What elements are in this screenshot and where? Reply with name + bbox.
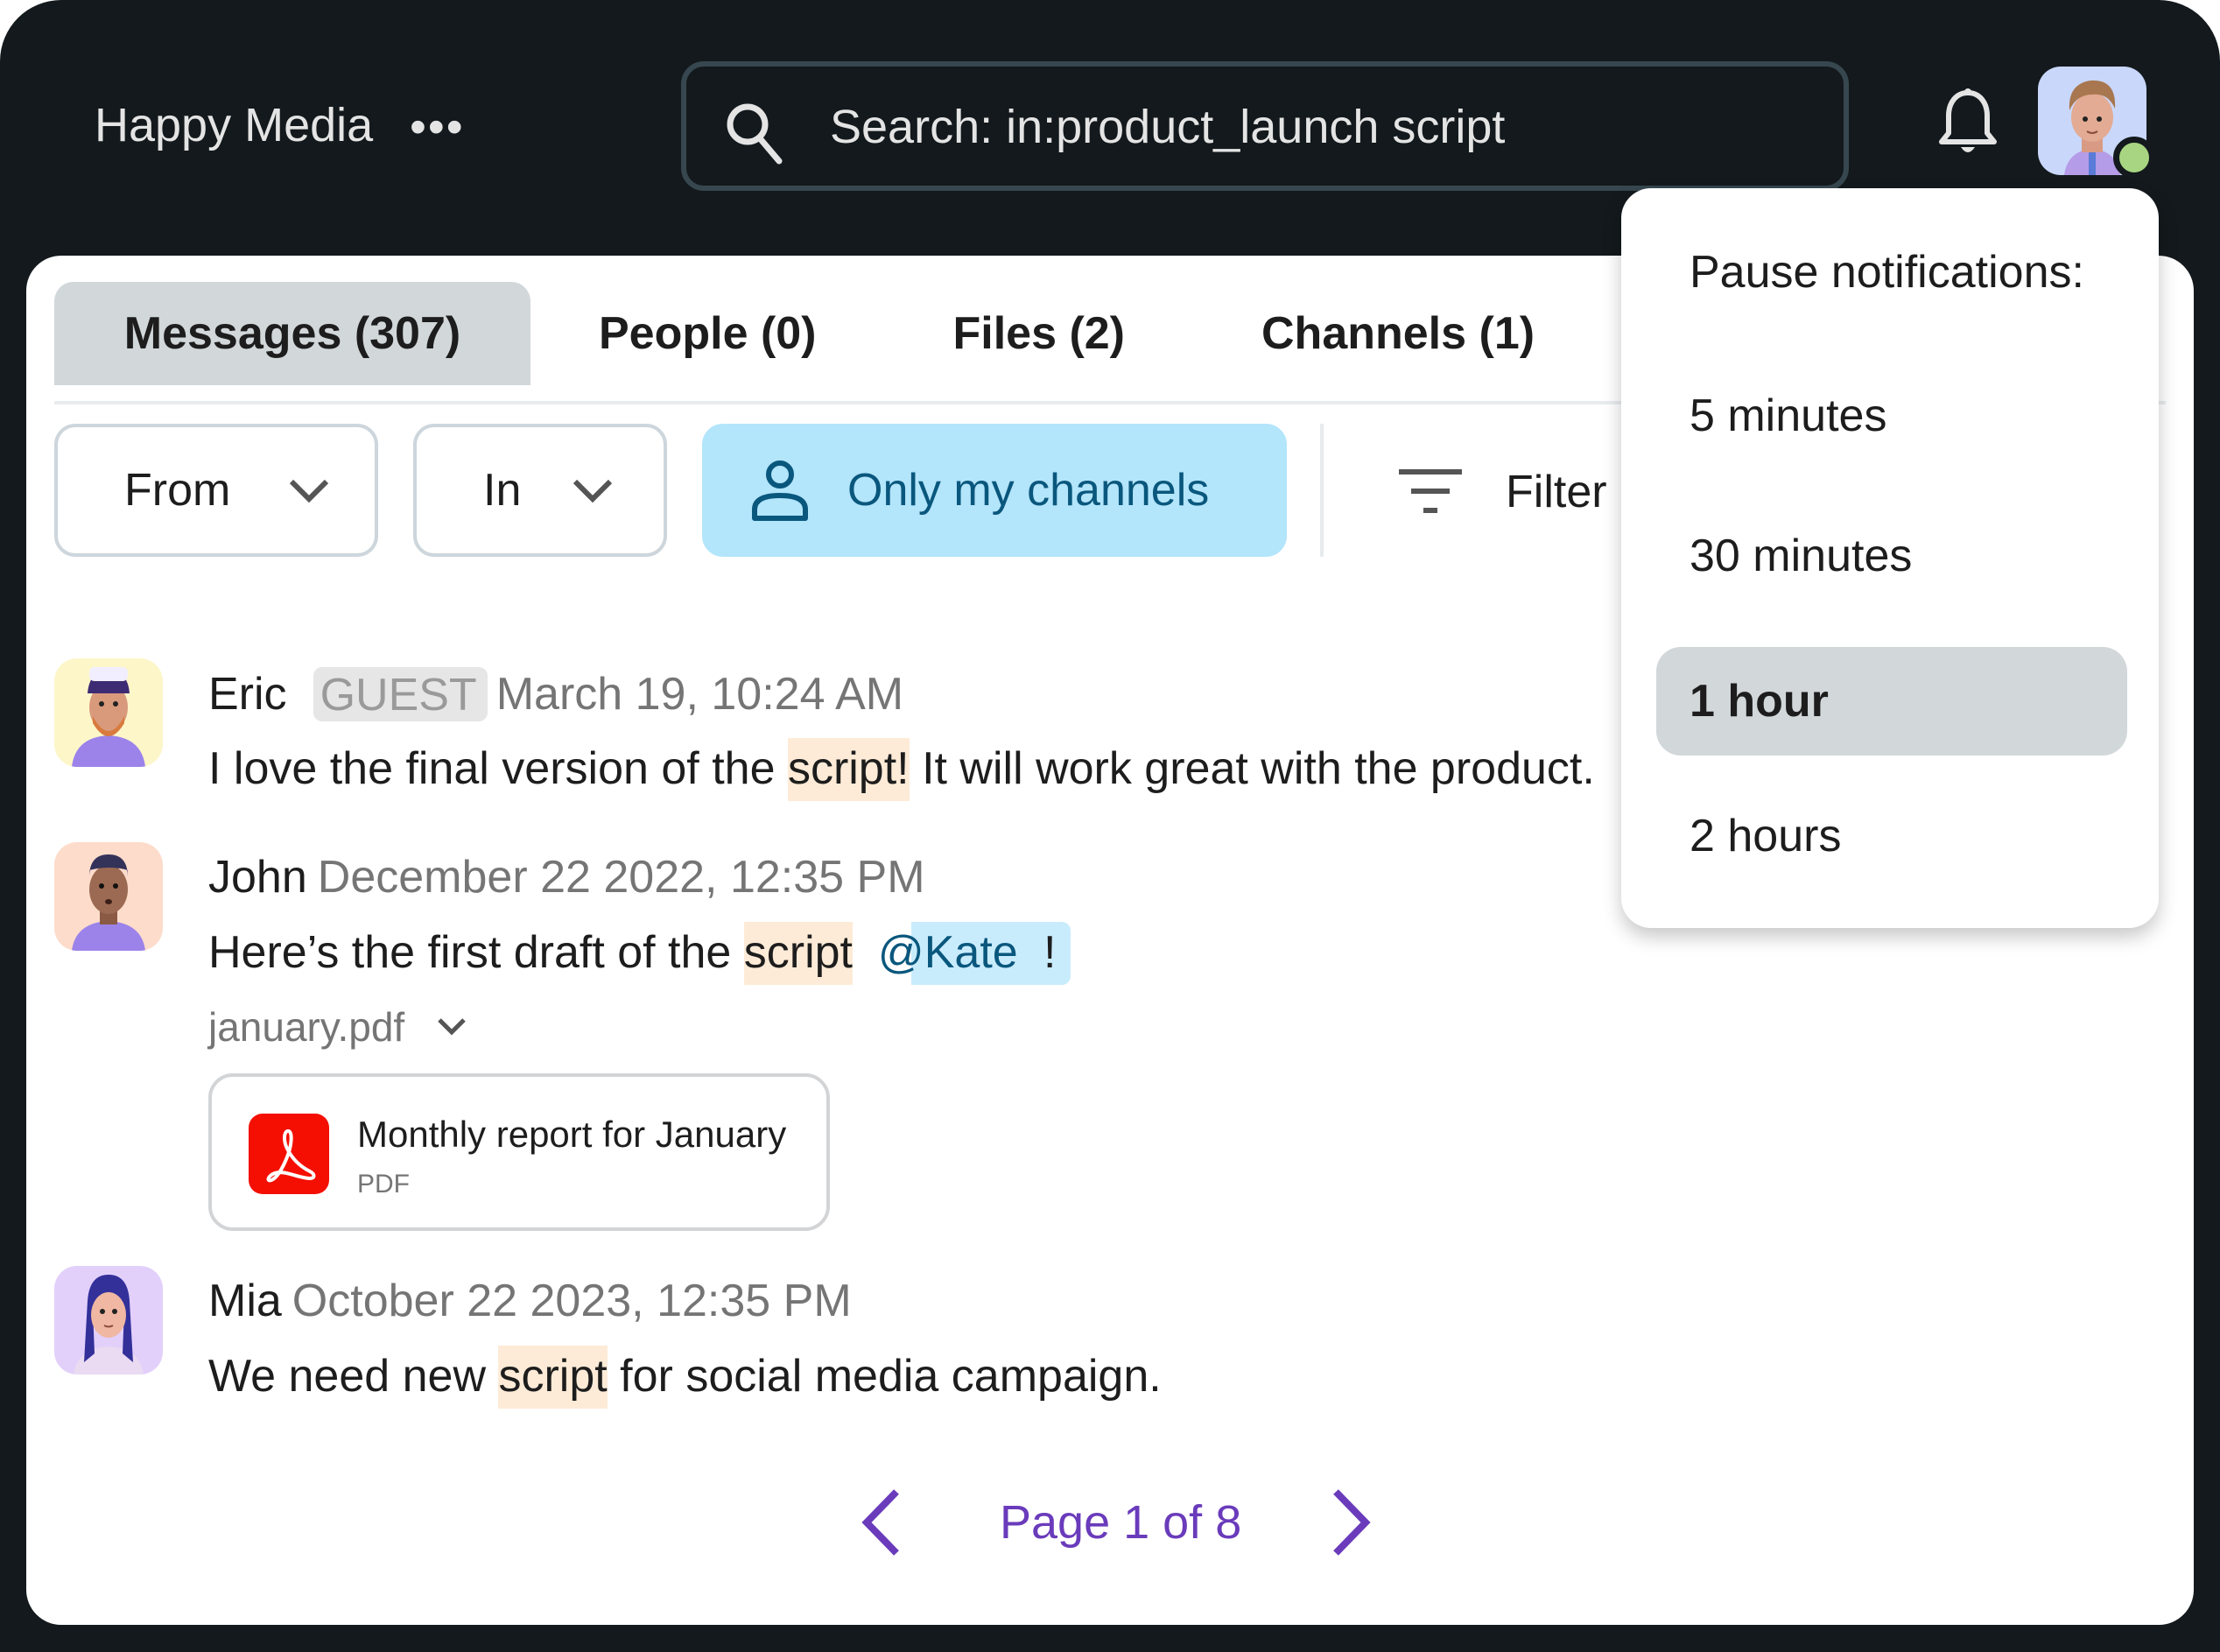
attachment-filename: january.pdf (208, 1004, 405, 1050)
search-highlight: script (743, 922, 854, 985)
search-icon (727, 103, 783, 165)
message-text: I love the final version of the script! … (208, 738, 1595, 801)
message-text-part: It will work great with the product. (909, 743, 1595, 794)
user-mention[interactable]: @Kate (877, 922, 1071, 985)
tab-people[interactable]: People (0) (530, 282, 885, 385)
search-highlight: script (498, 1346, 608, 1409)
filter-label: Filter (1506, 467, 1607, 517)
online-status-indicator (2113, 137, 2155, 179)
pagination: Page 1 of 8 (858, 1488, 1374, 1557)
file-attachment-card[interactable]: Monthly report for January PDF (208, 1073, 830, 1231)
message-text: Here’s the first draft of the script @Ka… (208, 922, 1071, 985)
only-my-channels-toggle[interactable]: Only my channels (702, 424, 1287, 557)
avatar-eric[interactable] (54, 658, 163, 767)
chevron-down-icon (438, 1018, 466, 1036)
chevron-down-icon (289, 479, 329, 503)
message-text: We need new script for social media camp… (208, 1346, 1162, 1409)
pdf-file-icon (249, 1114, 329, 1194)
file-type: PDF (357, 1170, 410, 1199)
filter-icon (1399, 469, 1462, 513)
message-timestamp: October 22 2023, 12:35 PM (292, 1276, 852, 1326)
search-input[interactable]: Search: in:product_launch script (681, 61, 1849, 191)
workspace-name[interactable]: Happy Media (95, 98, 373, 152)
results-tabs: Messages (307) People (0) Files (2) Chan… (54, 282, 1603, 385)
tab-messages[interactable]: Messages (307) (54, 282, 530, 385)
menu-title: Pause notifications: (1690, 247, 2084, 298)
menu-item-5-minutes[interactable]: 5 minutes (1656, 362, 2127, 470)
avatar-john[interactable] (54, 842, 163, 951)
message-text-part: I love the final version of the (208, 743, 788, 794)
message-text-end: ! (1043, 927, 1057, 978)
in-filter-dropdown[interactable]: In (413, 424, 667, 557)
message-text-part: for social media campaign. (607, 1351, 1162, 1402)
message-timestamp: December 22 2022, 12:35 PM (317, 852, 925, 903)
avatar-mia[interactable] (54, 1266, 163, 1374)
pause-notifications-menu: Pause notifications: 5 minutes 30 minute… (1621, 188, 2159, 928)
message-text-part: We need new (208, 1351, 499, 1402)
only-my-channels-label: Only my channels (847, 465, 1210, 516)
menu-item-2-hours[interactable]: 2 hours (1656, 782, 2127, 890)
in-filter-label: In (483, 465, 522, 516)
tab-channels[interactable]: Channels (1) (1193, 282, 1603, 385)
message-header: John December 22 2022, 12:35 PM (208, 851, 925, 903)
tab-files[interactable]: Files (2) (885, 282, 1194, 385)
search-highlight: script! (787, 738, 910, 801)
filters-divider (1320, 424, 1324, 557)
bell-icon[interactable] (1936, 88, 1999, 158)
attachment-toggle[interactable]: january.pdf (208, 1003, 467, 1051)
page-indicator: Page 1 of 8 (1000, 1496, 1242, 1549)
file-title: Monthly report for January (357, 1114, 787, 1155)
menu-item-1-hour[interactable]: 1 hour (1656, 647, 2127, 756)
next-page-icon[interactable] (1329, 1488, 1374, 1557)
author-name[interactable]: Eric (208, 668, 287, 721)
author-name[interactable]: John (208, 851, 307, 903)
from-filter-label: From (124, 465, 231, 516)
chevron-down-icon (573, 479, 613, 503)
search-query[interactable]: Search: in:product_launch script (830, 100, 1505, 154)
previous-page-icon[interactable] (858, 1488, 903, 1557)
filter-button[interactable]: Filter (1399, 466, 1607, 518)
from-filter-dropdown[interactable]: From (54, 424, 378, 557)
menu-item-30-minutes[interactable]: 30 minutes (1656, 502, 2127, 610)
person-icon (752, 460, 808, 521)
message-timestamp: March 19, 10:24 AM (495, 669, 904, 720)
guest-badge: GUEST (313, 667, 488, 721)
message-text-part: Here’s the first draft of the (208, 927, 744, 978)
author-name[interactable]: Mia (208, 1275, 282, 1327)
message-header: Mia October 22 2023, 12:35 PM (208, 1275, 852, 1327)
message-header: Eric GUEST March 19, 10:24 AM (208, 667, 903, 721)
more-horizontal-icon[interactable]: ••• (410, 103, 465, 151)
